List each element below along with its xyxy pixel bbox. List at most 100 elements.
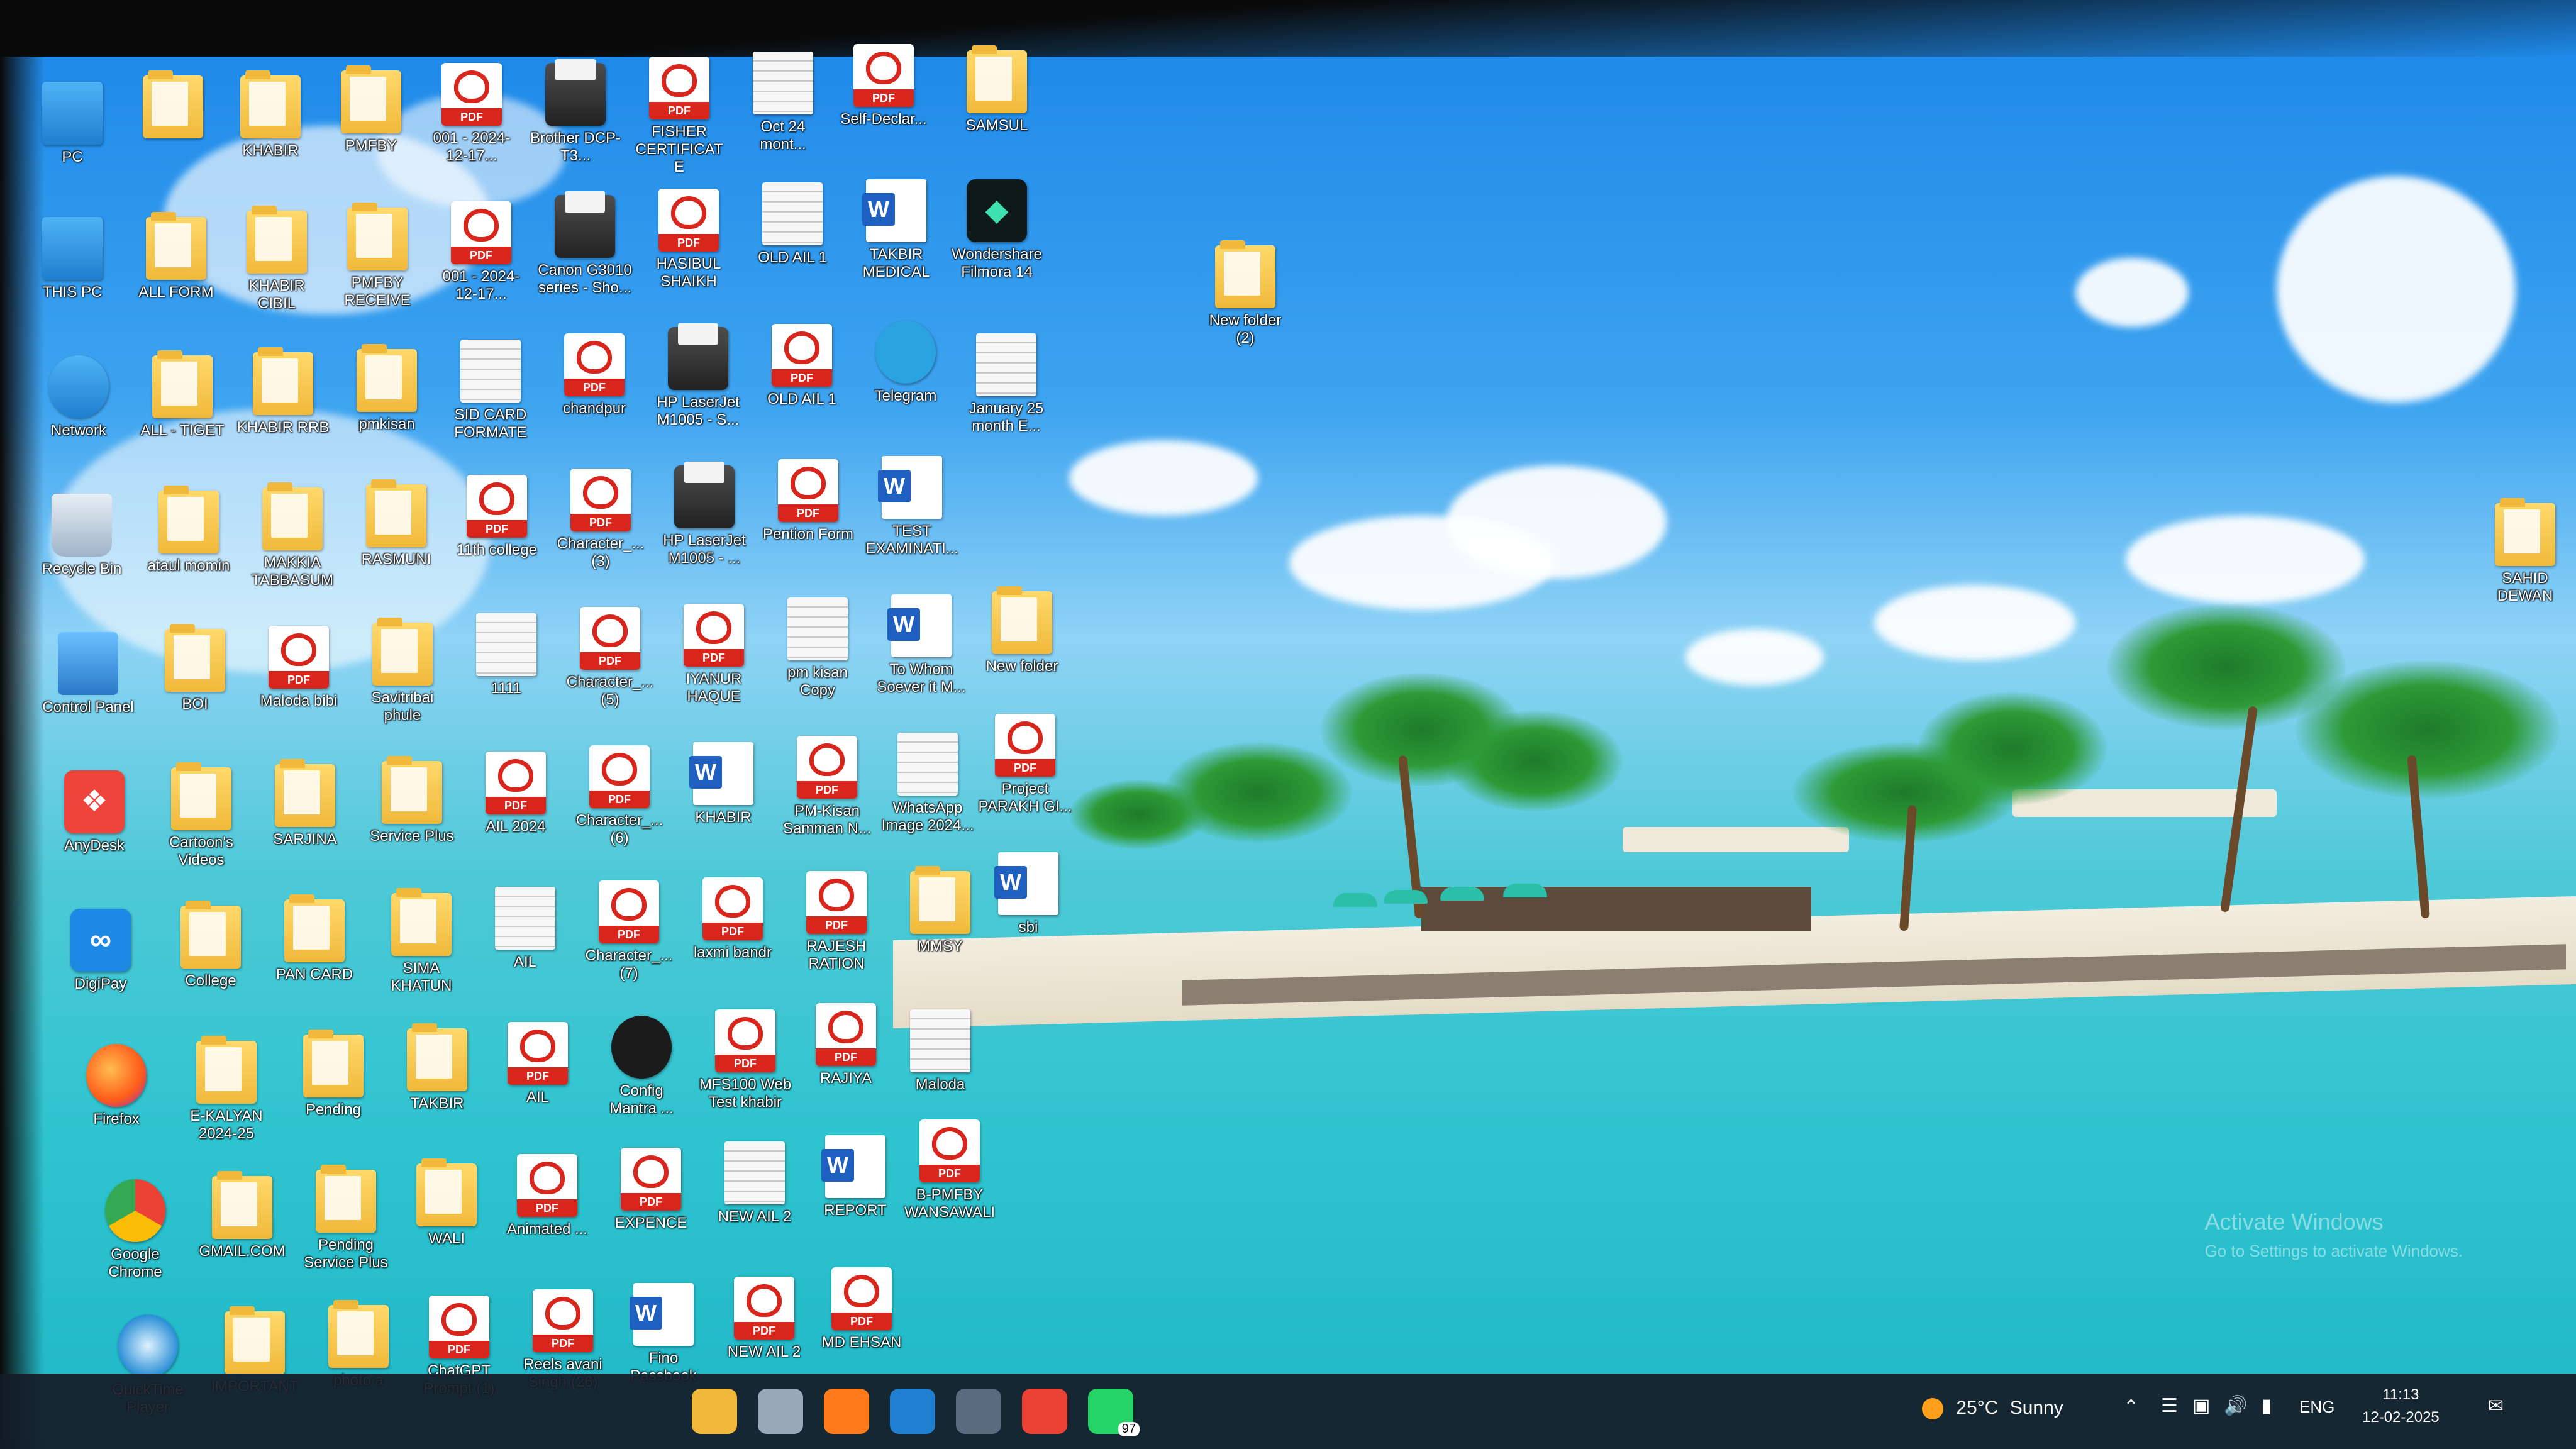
- desktop[interactable]: PC KHABIR PMFBY PDF 001 - 2024-12-17... Broth…: [0, 0, 2576, 1449]
- desktop-icon-service-plus[interactable]: Service Plus: [365, 756, 459, 845]
- desktop-icon-ail[interactable]: AIL: [478, 887, 572, 971]
- desktop-icon-b-pmfby[interactable]: PDF B-PMFBY WANSAWALI: [902, 1119, 997, 1221]
- desktop-icon-character-7[interactable]: PDF Character_... (7): [582, 880, 676, 982]
- desktop-icon-hasibul[interactable]: PDF HASIBUL SHAIKH: [641, 189, 736, 291]
- taskbar-button-whatsapp[interactable]: 97: [1088, 1389, 1140, 1436]
- desktop-icon-ail-2024[interactable]: PDF AIL 2024: [469, 752, 563, 836]
- desktop-icon-canon[interactable]: Canon G3010 series - Sho...: [538, 191, 632, 297]
- desktop-icon-telegram[interactable]: Telegram: [858, 321, 953, 405]
- taskbar-button-store[interactable]: [758, 1389, 803, 1434]
- desktop-icon-new-ail-2b[interactable]: PDF NEW AIL 2: [717, 1277, 811, 1361]
- desktop-icon-sbi[interactable]: Wsbi: [981, 852, 1075, 936]
- desktop-icon-gmail[interactable]: GMAIL.COM: [195, 1171, 289, 1260]
- taskbar-button-folder[interactable]: [692, 1389, 737, 1434]
- desktop-icon-mfs100[interactable]: PDF MFS100 Web Test khabir: [698, 1009, 792, 1111]
- chevron-up-icon[interactable]: ⌃: [2123, 1396, 2139, 1418]
- desktop-icon-fisher[interactable]: PDF FISHER CERTIFICATE: [632, 57, 726, 176]
- desktop-icon-md-ehsan[interactable]: PDF MD EHSAN: [814, 1267, 909, 1352]
- desktop-icon-id-card[interactable]: SID CARD FORMATE: [443, 340, 538, 441]
- desktop-icon-expence[interactable]: PDF EXPENCE: [604, 1148, 698, 1232]
- desktop-icon-e-kalyan[interactable]: E-KALYAN 2024-25: [179, 1036, 274, 1143]
- desktop-icon-pm-kisan-samman[interactable]: PDF PM-Kisan Samman N...: [780, 736, 874, 838]
- desktop-icon-makkia[interactable]: MAKKIA TABBASUM: [245, 482, 340, 589]
- taskbar-button-camera[interactable]: [956, 1389, 1001, 1434]
- desktop-icon-january25[interactable]: January 25 month E...: [959, 333, 1053, 435]
- desktop-icon-iyanur[interactable]: PDF IYANUR HAQUE: [667, 604, 761, 706]
- desktop-icon-hp-2[interactable]: HP LaserJet M1005 - ...: [657, 462, 752, 567]
- desktop-icon-samsul[interactable]: SAMSUL: [950, 45, 1044, 135]
- desktop-icon-pm-kisan-copy[interactable]: pm kisan Copy: [770, 597, 865, 699]
- desktop-icon-project-parakh[interactable]: PDF Project PARAKH GI...: [978, 714, 1072, 816]
- desktop-icon-khabir-cibil[interactable]: KHABIR CIBIL: [230, 206, 324, 313]
- desktop-icon-sima-khatun[interactable]: SIMA KHATUN: [374, 888, 469, 995]
- desktop-icon-folder-blank[interactable]: [126, 70, 220, 142]
- desktop-icon-animated[interactable]: PDF Animated ...: [500, 1154, 594, 1238]
- desktop-icon-control-panel[interactable]: Control Panel: [41, 632, 135, 716]
- desktop-icon-pc[interactable]: PC: [25, 82, 119, 166]
- desktop-icon-all-tiget[interactable]: ALL - TIGET: [135, 350, 230, 440]
- desktop-icon-test-exam[interactable]: W TEST EXAMINATI...: [865, 456, 959, 558]
- desktop-icon-1111[interactable]: 1111: [459, 613, 553, 697]
- desktop-icon-fino[interactable]: WFino Passbook: [616, 1283, 711, 1385]
- desktop-icon-11th-college[interactable]: PDF 11th college: [450, 475, 544, 559]
- notification-icon[interactable]: ✉: [2488, 1395, 2504, 1417]
- desktop-icon-digipay[interactable]: ∞ DigiPay: [53, 909, 148, 993]
- desktop-icon-pmfby[interactable]: PMFBY: [324, 65, 418, 155]
- desktop-icon-takbir-medical[interactable]: W TAKBIR MEDICAL: [849, 179, 943, 281]
- display-icon[interactable]: ▣: [2192, 1395, 2210, 1417]
- desktop-icon-whatsapp-image[interactable]: WhatsApp Image 2024...: [880, 733, 975, 835]
- taskbar-button-firefox[interactable]: [824, 1389, 869, 1434]
- weather-widget[interactable]: 25°C Sunny: [1922, 1397, 2063, 1420]
- desktop-icon-college[interactable]: College: [164, 901, 258, 990]
- desktop-icon-maloda[interactable]: Maloda: [893, 1009, 987, 1094]
- desktop-icon-boi[interactable]: BOI: [148, 624, 242, 713]
- desktop-icon-pan-card[interactable]: PAN CARD: [267, 894, 362, 984]
- desktop-icon-ail-pdf[interactable]: PDF AIL: [491, 1022, 585, 1106]
- taskbar-button-edge[interactable]: [890, 1389, 935, 1434]
- desktop-icon-ataul[interactable]: ataul momin: [142, 486, 236, 575]
- desktop-icon-all-form[interactable]: ALL FORM: [129, 212, 223, 301]
- language-indicator[interactable]: ENG: [2299, 1397, 2334, 1417]
- desktop-icon-new-folder-2[interactable]: New folder (2): [1198, 240, 1292, 347]
- desktop-icon-pmkisan[interactable]: pmkisan: [340, 344, 434, 433]
- desktop-icon-character-5[interactable]: PDF Character_... (5): [563, 607, 657, 709]
- desktop-icon-pdf-001-b[interactable]: PDF 001 - 2024-12-17...: [434, 201, 528, 303]
- desktop-icon-sarjina[interactable]: SARJINA: [258, 759, 352, 848]
- desktop-icon-character-6[interactable]: PDF Character_... (6): [572, 745, 667, 847]
- desktop-icon-to-whom[interactable]: W To Whom Soever it M...: [874, 594, 969, 696]
- desktop-icon-network[interactable]: Network: [31, 355, 126, 440]
- desktop-icon-pention[interactable]: PDF Pention Form: [761, 459, 855, 543]
- desktop-icon-filmora[interactable]: ◆ Wondershare Filmora 14: [950, 179, 1044, 281]
- desktop-icon-pending-service[interactable]: Pending Service Plus: [299, 1165, 393, 1272]
- desktop-icon-rasmuni[interactable]: RASMUNI: [349, 479, 443, 569]
- desktop-icon-oct24[interactable]: Oct 24 mont...: [736, 52, 830, 153]
- wifi-icon[interactable]: ☰: [2161, 1395, 2178, 1417]
- desktop-icon-this-pc[interactable]: THIS PC: [25, 217, 119, 301]
- desktop-icon-hp-1[interactable]: HP LaserJet M1005 - S...: [651, 323, 745, 429]
- taskbar-button-chrome[interactable]: [1022, 1389, 1067, 1434]
- desktop-icon-cartoons[interactable]: Cartoon's Videos: [154, 762, 248, 869]
- desktop-icon-pdf-001-a[interactable]: PDF 001 - 2024-12-17...: [425, 63, 519, 165]
- desktop-icon-chrome[interactable]: Google Chrome: [88, 1179, 182, 1281]
- desktop-icon-chandpur[interactable]: PDF chandpur: [547, 333, 641, 418]
- desktop-icon-config-mantra[interactable]: Config Mantra ...: [594, 1016, 689, 1118]
- clock[interactable]: 11:13 12-02-2025: [2362, 1384, 2440, 1429]
- desktop-icon-anydesk[interactable]: ❖ AnyDesk: [47, 770, 142, 855]
- desktop-icon-new-folder[interactable]: New folder: [975, 586, 1069, 675]
- desktop-icon-brother[interactable]: Brother DCP-T3...: [528, 59, 623, 165]
- desktop-icon-new-ail-2a[interactable]: NEW AIL 2: [708, 1141, 802, 1226]
- desktop-icon-laxmi-bandr[interactable]: PDF laxmi bandr: [686, 877, 780, 962]
- desktop-icon-pending[interactable]: Pending: [286, 1030, 380, 1119]
- desktop-icon-self-declar[interactable]: PDF Self-Declar...: [836, 44, 931, 128]
- desktop-icon-mmsy[interactable]: MMSY: [893, 866, 987, 955]
- desktop-icon-recycle[interactable]: Recycle Bin: [35, 494, 129, 578]
- desktop-icon-khabir-rrb[interactable]: KHABIR RRB: [236, 347, 330, 436]
- volume-icon[interactable]: 🔊: [2224, 1395, 2247, 1417]
- desktop-icon-report[interactable]: W REPORT: [808, 1135, 902, 1219]
- desktop-icon-pmfby-receive[interactable]: PMFBY RECEIVE: [330, 203, 425, 309]
- desktop-icon-old-ail-1b[interactable]: PDF OLD AIL 1: [755, 324, 849, 408]
- desktop-icon-sahid-dewan[interactable]: SAHID DEWAN: [2478, 498, 2572, 605]
- desktop-icon-rajesh-ration[interactable]: PDF RAJESH RATION: [789, 871, 884, 973]
- desktop-icon-khabir[interactable]: KHABIR: [223, 70, 318, 160]
- desktop-icon-wali[interactable]: WALI: [399, 1158, 494, 1248]
